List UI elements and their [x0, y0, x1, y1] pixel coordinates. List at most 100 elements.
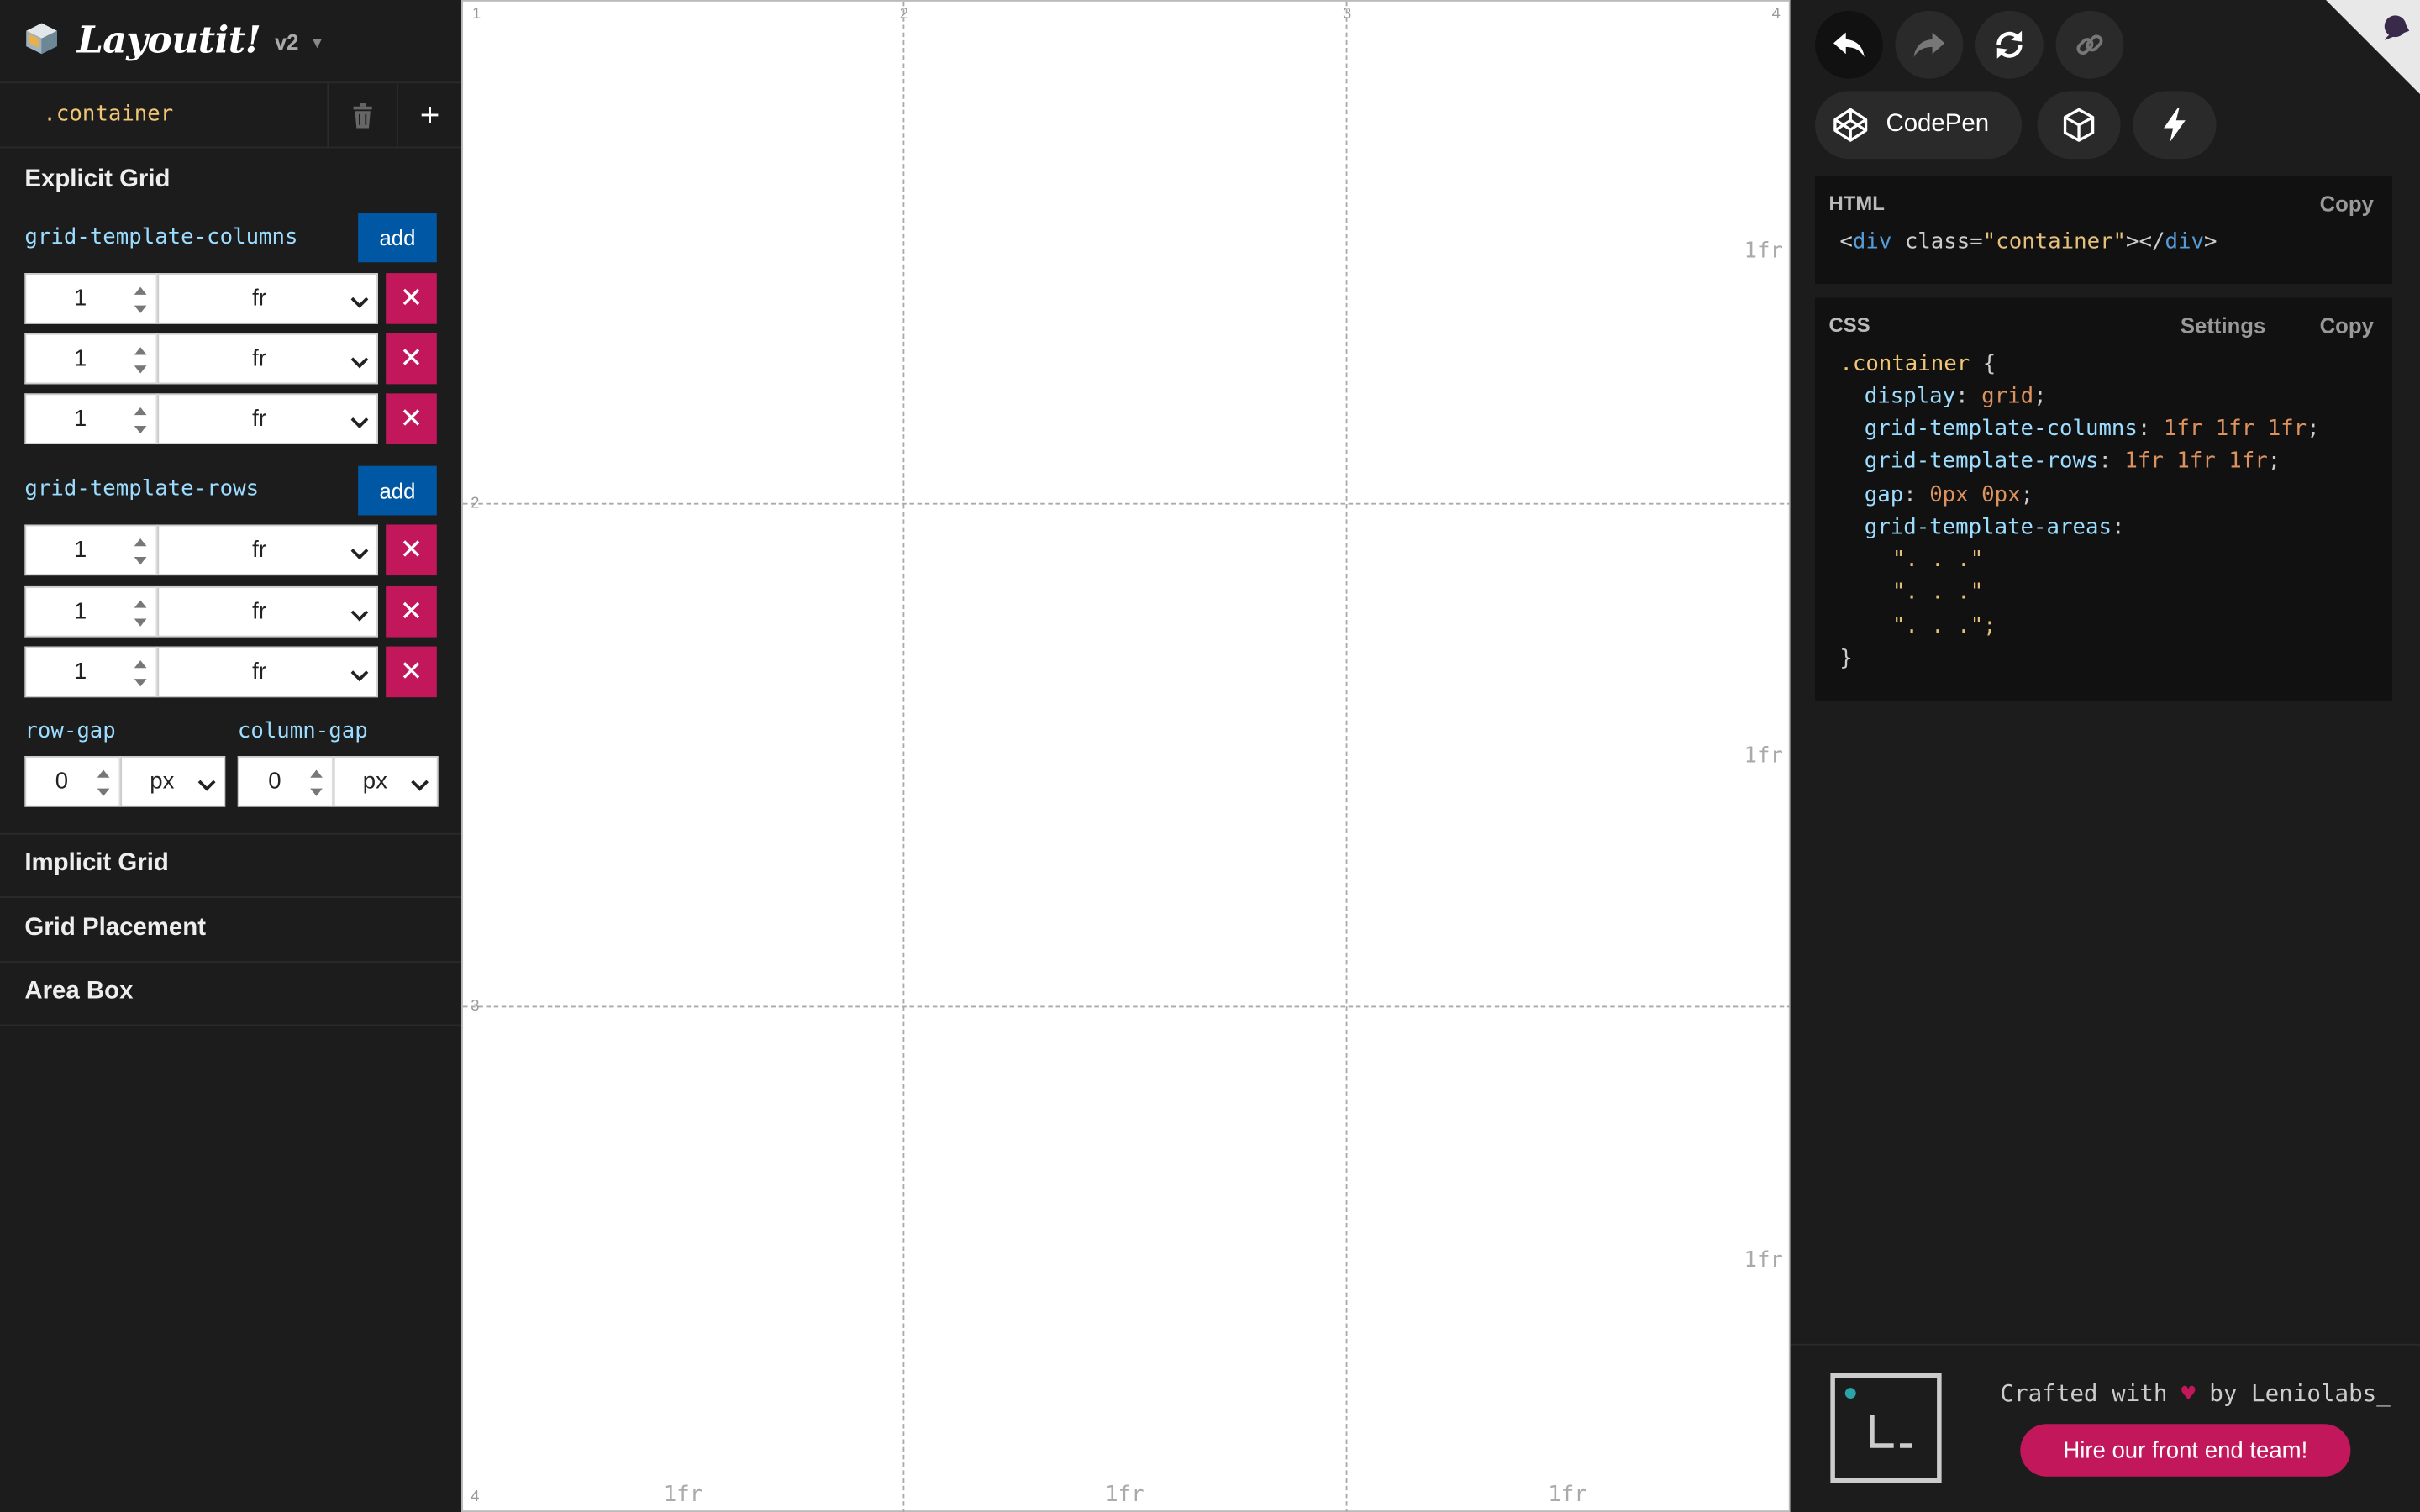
codesandbox-button[interactable]	[2037, 91, 2121, 160]
column-gap-value-input[interactable]: 0	[237, 756, 334, 807]
app-logo[interactable]: Layoutit! v2 ▼	[24, 15, 325, 61]
grid-placement-heading[interactable]: Grid Placement	[24, 915, 206, 942]
row-track-row: 1 fr ✕	[24, 585, 437, 638]
css-area-row: ". . ."	[1891, 580, 1984, 606]
add-container-button[interactable]: +	[397, 83, 461, 149]
codepen-button[interactable]: CodePen	[1815, 91, 2023, 160]
close-icon: ✕	[399, 342, 424, 374]
css-prop-line: grid-template-areas:	[1864, 515, 2125, 540]
row-track-unit-select[interactable]: fr	[157, 524, 379, 576]
stepper-icon[interactable]	[134, 600, 147, 627]
column-line-number: 4	[1771, 6, 1781, 24]
explicit-grid-heading[interactable]: Explicit Grid	[24, 166, 170, 194]
close-icon: ✕	[399, 655, 424, 687]
leniolabs-logo[interactable]	[1830, 1373, 1942, 1483]
row-gap-value-input[interactable]: 0	[24, 756, 121, 807]
add-column-button[interactable]: add	[358, 213, 437, 263]
column-track-label: 1fr	[663, 1483, 703, 1508]
column-track-value-input[interactable]: 1	[24, 273, 158, 324]
row-track-unit-select[interactable]: fr	[157, 585, 379, 638]
css-prop-line: grid-template-columns: 1fr 1fr 1fr;	[1864, 416, 2320, 442]
undo-icon	[1833, 32, 1865, 57]
row-track-label: 1fr	[1744, 1247, 1783, 1273]
version-label[interactable]: v2	[275, 29, 299, 54]
column-track-unit-select[interactable]: fr	[157, 333, 379, 385]
column-line-number: 2	[899, 6, 909, 24]
close-icon: ✕	[399, 533, 424, 565]
box-icon	[2063, 108, 2095, 142]
copy-css-button[interactable]: Copy	[2320, 313, 2374, 338]
grid-template-rows-label: grid-template-rows	[24, 476, 260, 501]
area-box-heading[interactable]: Area Box	[24, 978, 133, 1005]
redo-button[interactable]	[1895, 10, 1964, 79]
credit-text: Crafted with ♥ by Leniolabs_	[2000, 1379, 2391, 1408]
remove-row-button[interactable]: ✕	[386, 524, 437, 576]
row-gap-control: 0 px	[24, 756, 226, 807]
row-track-row: 1 fr ✕	[24, 524, 437, 576]
add-row-button[interactable]: add	[358, 465, 437, 516]
redo-icon	[1913, 32, 1945, 57]
copy-html-button[interactable]: Copy	[2320, 192, 2374, 216]
row-track-value-input[interactable]: 1	[24, 524, 158, 576]
close-icon: ✕	[399, 282, 424, 313]
container-name[interactable]: .container	[43, 102, 173, 126]
css-title: CSS	[1828, 312, 1870, 337]
stepper-icon[interactable]	[134, 538, 147, 565]
row-line	[463, 502, 1792, 505]
column-line-number: 3	[1342, 6, 1352, 24]
row-track-value-input[interactable]: 1	[24, 646, 158, 698]
implicit-grid-heading[interactable]: Implicit Grid	[24, 850, 168, 878]
chevron-down-icon[interactable]: ▼	[309, 34, 324, 51]
stepper-icon[interactable]	[134, 407, 147, 434]
row-gap-label: row-gap	[24, 718, 116, 744]
column-line-number: 1	[472, 6, 481, 24]
stepper-icon[interactable]	[134, 660, 147, 687]
grid-canvas[interactable]: 1 2 3 4 2 3 4 1fr 1fr 1fr 1fr 1fr 1fr	[461, 0, 1792, 1512]
stepper-icon[interactable]	[310, 769, 323, 796]
column-track-value-input[interactable]: 1	[24, 393, 158, 444]
divider	[0, 1024, 462, 1026]
stepper-icon[interactable]	[97, 769, 110, 796]
code-panel: CodePen HTML Copy <div class="container"…	[1790, 0, 2420, 1512]
container-selector: .container +	[0, 81, 462, 149]
column-track-value-input[interactable]: 1	[24, 333, 158, 385]
remove-column-button[interactable]: ✕	[386, 333, 437, 385]
stackblitz-button[interactable]	[2133, 91, 2217, 160]
settings-button[interactable]: Settings	[2181, 313, 2265, 338]
row-gap-unit-select[interactable]: px	[120, 756, 226, 807]
divider	[0, 961, 462, 963]
row-track-value-input[interactable]: 1	[24, 585, 158, 638]
column-track-row: 1 fr ✕	[24, 273, 437, 324]
column-track-unit-select[interactable]: fr	[157, 273, 379, 324]
css-prop-line: gap: 0px 0px;	[1864, 482, 2034, 508]
delete-container-button[interactable]	[327, 83, 397, 149]
divider	[0, 896, 462, 898]
codepen-label: CodePen	[1886, 111, 1990, 138]
hire-team-button[interactable]: Hire our front end team!	[2020, 1424, 2351, 1477]
undo-button[interactable]	[1815, 10, 1883, 79]
reset-button[interactable]	[1975, 10, 2044, 79]
column-line	[902, 1, 905, 1512]
html-code-box: HTML Copy <div class="container"></div>	[1815, 176, 2392, 284]
row-line-number: 4	[471, 1488, 480, 1506]
row-line	[463, 1005, 1792, 1008]
stepper-icon[interactable]	[134, 286, 147, 313]
remove-column-button[interactable]: ✕	[386, 273, 437, 324]
html-code[interactable]: <div class="container"></div>	[1839, 230, 2217, 255]
css-selector-line: .container {	[1839, 351, 1996, 377]
column-gap-unit-select[interactable]: px	[333, 756, 439, 807]
footer: Crafted with ♥ by Leniolabs_ Hire our fr…	[1790, 1343, 2420, 1512]
share-link-button[interactable]	[2055, 10, 2124, 79]
remove-row-button[interactable]: ✕	[386, 646, 437, 698]
column-line	[1345, 1, 1348, 1512]
stepper-icon[interactable]	[134, 347, 147, 374]
remove-column-button[interactable]: ✕	[386, 393, 437, 444]
column-track-unit-select[interactable]: fr	[157, 393, 379, 444]
row-track-label: 1fr	[1744, 239, 1783, 265]
css-close-brace: }	[1839, 646, 1853, 671]
sidebar: Layoutit! v2 ▼ .container + Explicit Gri…	[0, 0, 462, 1512]
github-corner-icon[interactable]	[2325, 0, 2420, 95]
row-track-unit-select[interactable]: fr	[157, 646, 379, 698]
remove-row-button[interactable]: ✕	[386, 585, 437, 638]
row-line-number: 3	[471, 998, 480, 1016]
